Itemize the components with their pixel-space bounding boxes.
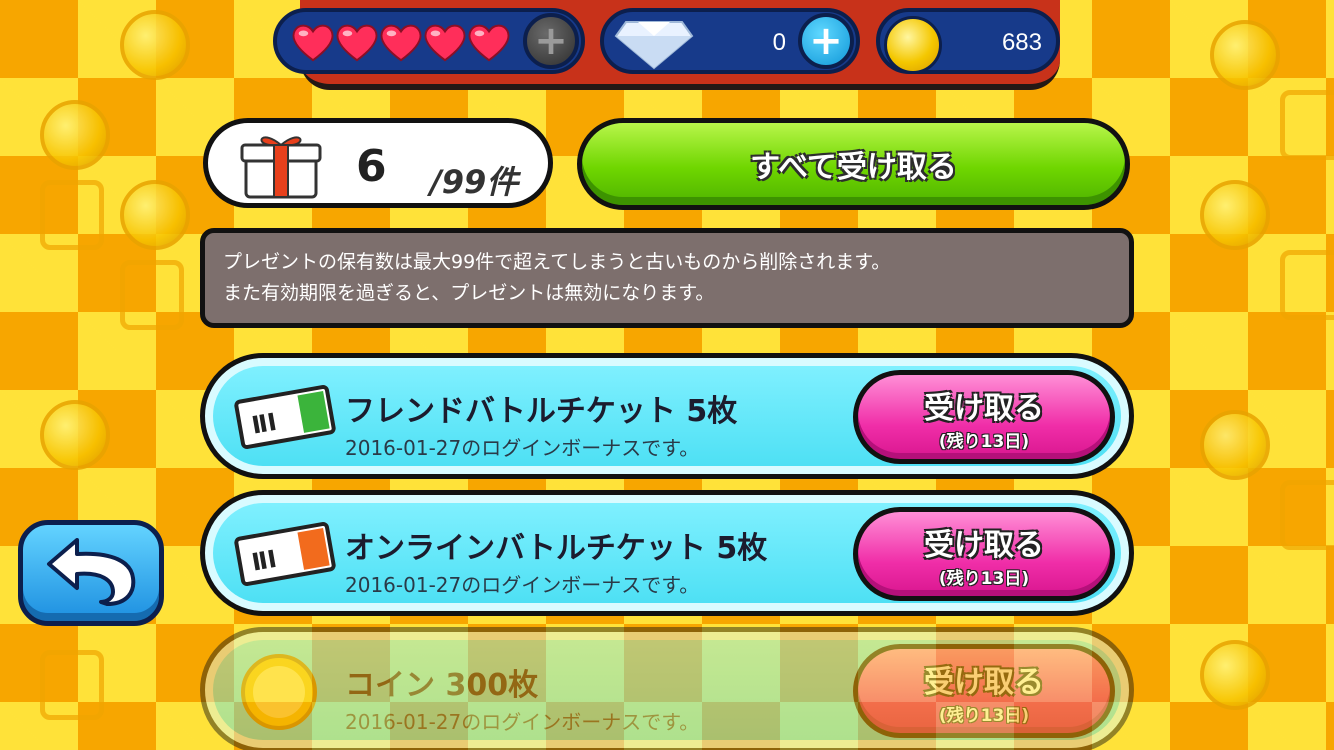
heart-icon — [335, 20, 379, 64]
coin-count: 683 — [1001, 29, 1042, 56]
gift-count: 6 — [356, 141, 387, 192]
back-arrow-icon — [43, 534, 139, 612]
gift-max: /99件 — [430, 163, 519, 201]
gift-box-icon — [240, 129, 322, 205]
bg-cart-icon — [120, 260, 184, 330]
bg-bomb-icon — [1200, 640, 1270, 710]
add-hearts-button[interactable]: + — [523, 13, 579, 69]
present-item: ⅡⅠ オンラインバトルチケット 5枚 2016-01-27のログインボーナスです… — [200, 490, 1134, 616]
notice-line-2: また有効期限を過ぎると、プレゼントは無効になります。 — [223, 282, 715, 304]
present-item: ⅡⅠ フレンドバトルチケット 5枚 2016-01-27のログインボーナスです。… — [200, 353, 1134, 479]
item-title: フレンドバトルチケット 5枚 — [345, 394, 738, 429]
notice-line-1: プレゼントの保有数は最大99件で超えてしまうと古いものから削除されます。 — [223, 251, 891, 273]
gift-counter: 6 /99件 — [203, 118, 553, 208]
bg-bomb-icon — [1210, 20, 1280, 90]
svg-text:ⅡⅠ: ⅡⅠ — [250, 545, 279, 577]
heart-icon — [423, 20, 467, 64]
notice-box: プレゼントの保有数は最大99件で超えてしまうと古いものから削除されます。 また有… — [200, 228, 1134, 328]
item-subtitle: 2016-01-27のログインボーナスです。 — [345, 710, 700, 734]
gem-count: 0 — [772, 29, 786, 56]
receive-button-label: 受け取る — [924, 665, 1044, 700]
remaining-days: (残り13日) — [938, 569, 1030, 589]
add-gems-button[interactable]: + — [798, 13, 854, 69]
heart-icon — [291, 20, 335, 64]
remaining-days: (残り13日) — [938, 706, 1030, 726]
bg-cart-icon — [1280, 480, 1334, 550]
gems-hud: 0 + — [600, 8, 860, 74]
hearts-hud: + — [273, 8, 585, 74]
bg-bomb-icon — [120, 10, 190, 80]
heart-icon — [467, 20, 511, 64]
coins-hud: 683 — [876, 8, 1060, 74]
coin-icon — [239, 652, 319, 736]
receive-all-label: すべて受け取る — [750, 150, 957, 185]
hearts-row — [291, 20, 511, 64]
online-battle-ticket-icon: ⅡⅠ — [234, 521, 336, 589]
present-item: コイン 300枚 2016-01-27のログインボーナスです。 受け取る (残り… — [200, 627, 1134, 750]
bg-cart-icon — [40, 650, 104, 720]
item-subtitle: 2016-01-27のログインボーナスです。 — [345, 573, 700, 597]
heart-icon — [379, 20, 423, 64]
receive-button[interactable]: 受け取る (残り13日) — [853, 370, 1115, 464]
item-subtitle: 2016-01-27のログインボーナスです。 — [345, 436, 700, 460]
bg-bomb-icon — [120, 180, 190, 250]
bg-cart-icon — [1280, 250, 1334, 320]
svg-text:ⅡⅠ: ⅡⅠ — [250, 408, 279, 440]
coin-icon — [884, 16, 942, 74]
receive-button-label: 受け取る — [924, 391, 1044, 426]
remaining-days: (残り13日) — [938, 432, 1030, 452]
receive-button[interactable]: 受け取る (残り13日) — [853, 507, 1115, 601]
bg-bomb-icon — [1200, 180, 1270, 250]
diamond-icon — [614, 18, 694, 74]
receive-button-label: 受け取る — [924, 528, 1044, 563]
bg-cart-icon — [1280, 90, 1334, 160]
back-button[interactable] — [18, 520, 164, 626]
bg-bomb-icon — [40, 100, 110, 170]
receive-all-button[interactable]: すべて受け取る — [577, 118, 1130, 210]
bg-bomb-icon — [1200, 410, 1270, 480]
bg-cart-icon — [40, 180, 104, 250]
item-title: オンラインバトルチケット 5枚 — [345, 531, 768, 566]
receive-button[interactable]: 受け取る (残り13日) — [853, 644, 1115, 738]
friend-battle-ticket-icon: ⅡⅠ — [234, 384, 336, 452]
bg-bomb-icon — [40, 400, 110, 470]
item-title: コイン 300枚 — [345, 668, 539, 703]
